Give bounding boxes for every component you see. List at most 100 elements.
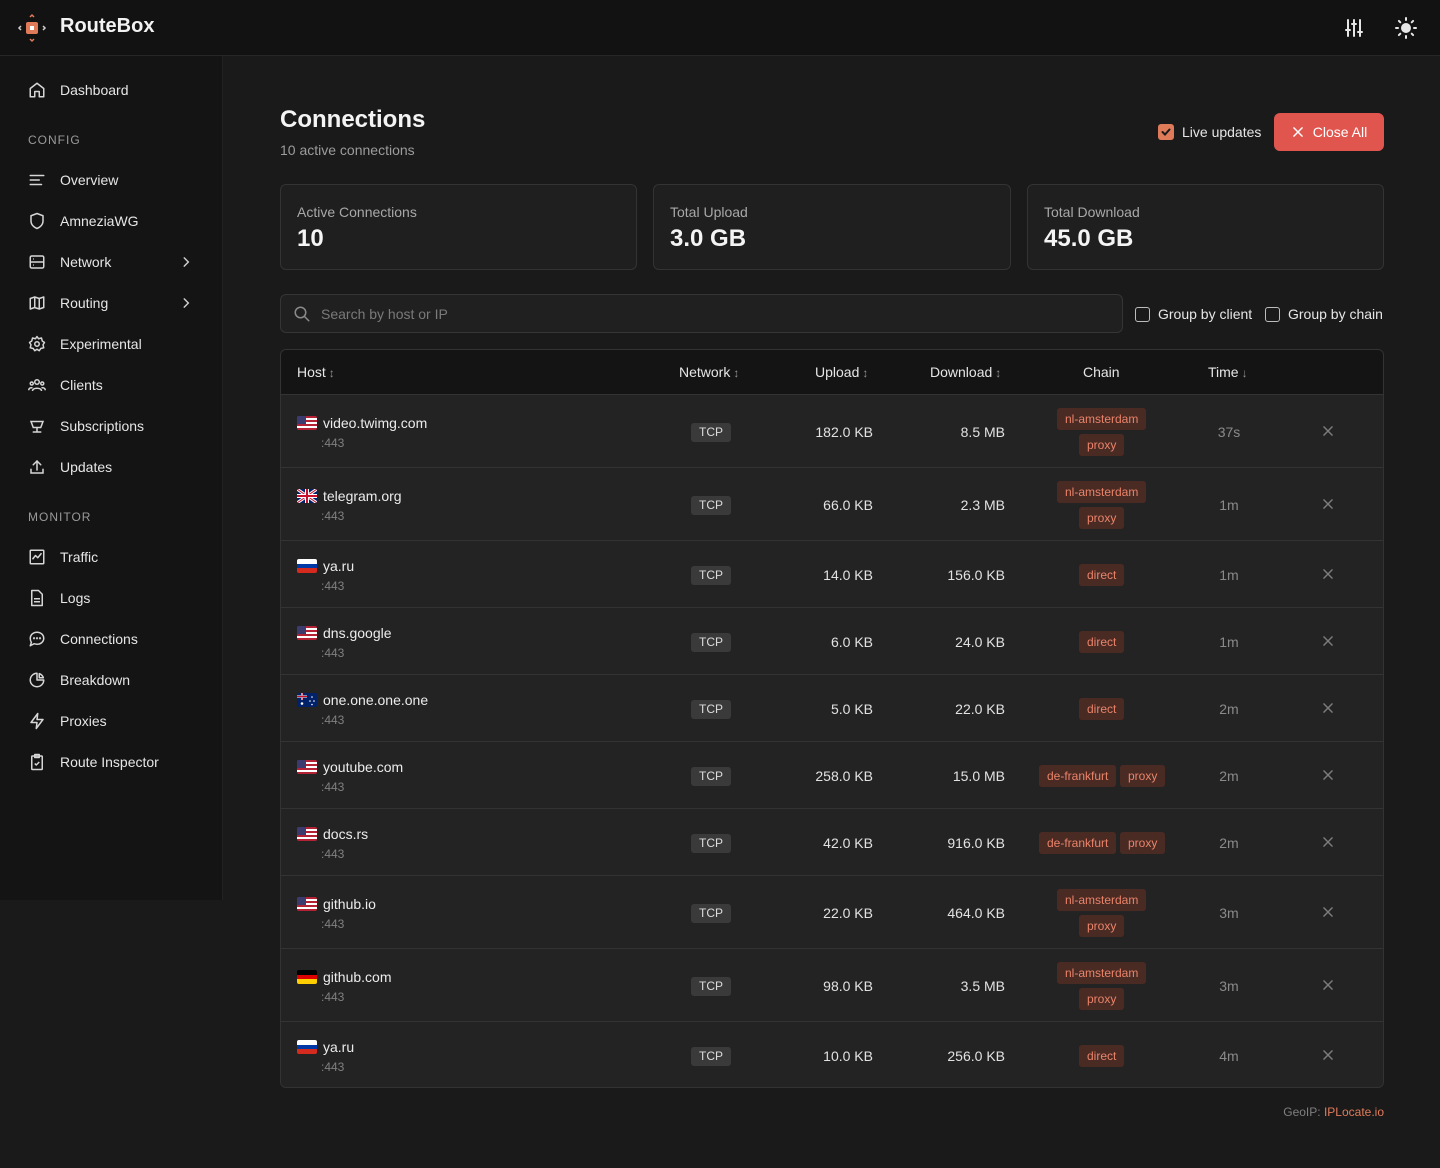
top-bar: RouteBox xyxy=(0,0,1440,56)
sidebar-item-experimental[interactable]: Experimental xyxy=(16,326,206,362)
sidebar-item-updates[interactable]: Updates xyxy=(16,449,206,485)
chain-tag: de-frankfurt xyxy=(1039,764,1117,787)
search-input[interactable] xyxy=(321,295,1111,332)
close-all-button[interactable]: Close All xyxy=(1274,113,1384,151)
server-icon xyxy=(29,255,45,269)
chain-tag: proxy xyxy=(1120,764,1166,787)
sidebar-item-dashboard[interactable]: Dashboard xyxy=(16,72,206,108)
sidebar-item-route-inspector[interactable]: Route Inspector xyxy=(16,744,206,780)
sidebar-item-label: Updates xyxy=(60,459,113,475)
sidebar-item-traffic[interactable]: Traffic xyxy=(16,539,206,575)
host-name: video.twimg.com xyxy=(323,414,428,431)
close-connection-icon[interactable] xyxy=(1321,905,1335,919)
sun-icon[interactable] xyxy=(1394,16,1418,40)
host-name: telegram.org xyxy=(323,487,402,504)
bolt-icon xyxy=(30,712,44,730)
chain-tag: direct xyxy=(1079,630,1125,653)
upload-value: 5.0 KB xyxy=(830,700,873,717)
sidebar-item-clients[interactable]: Clients xyxy=(16,367,206,403)
column-header-upload[interactable]: Upload ↕ xyxy=(815,364,868,380)
sidebar-item-proxies[interactable]: Proxies xyxy=(16,703,206,739)
column-header-time[interactable]: Time ↓ xyxy=(1208,364,1248,380)
map-icon xyxy=(29,296,45,310)
column-header-host[interactable]: Host ↕ xyxy=(297,364,335,380)
host-port: :443 xyxy=(321,435,345,450)
group-by-client-toggle[interactable]: Group by client xyxy=(1135,306,1252,322)
host-name: ya.ru xyxy=(323,1038,355,1055)
shield-icon xyxy=(30,212,44,230)
sidebar-item-label: Breakdown xyxy=(60,672,131,688)
gear-icon xyxy=(28,335,46,352)
settings-sliders-icon[interactable] xyxy=(1342,16,1366,40)
time-value: 3m xyxy=(1219,977,1239,994)
sidebar-item-breakdown[interactable]: Breakdown xyxy=(16,662,206,698)
group-by-chain-toggle[interactable]: Group by chain xyxy=(1265,306,1383,322)
geoip-link[interactable]: IPLocate.io xyxy=(1324,1105,1384,1119)
upload-value: 182.0 KB xyxy=(815,423,873,440)
cup-icon xyxy=(29,420,45,433)
host-port: :443 xyxy=(321,712,345,727)
page-title: Connections xyxy=(280,106,426,133)
close-connection-icon[interactable] xyxy=(1321,701,1335,715)
network-badge: TCP xyxy=(691,976,731,996)
table-row: docs.rs:443 TCP 42.0 KB 916.0 KB de-frankfur… xyxy=(281,808,1383,875)
sidebar-item-routing[interactable]: Routing xyxy=(16,285,206,321)
host-name: github.com xyxy=(323,968,392,985)
chain-tag: direct xyxy=(1079,563,1125,586)
flag-us-icon xyxy=(297,759,317,774)
stat-card-total-download: Total Download 45.0 GB xyxy=(1027,184,1384,270)
download-value: 156.0 KB xyxy=(947,566,1005,583)
sidebar-item-amneziawg[interactable]: AmneziaWG xyxy=(16,203,206,239)
time-value: 2m xyxy=(1219,700,1239,717)
network-badge: TCP xyxy=(691,632,731,652)
checkbox-checked-icon[interactable] xyxy=(1158,124,1174,140)
host-port: :443 xyxy=(321,1059,345,1074)
sidebar-item-label: Proxies xyxy=(60,713,107,729)
download-value: 256.0 KB xyxy=(947,1047,1005,1064)
sidebar-item-subscriptions[interactable]: Subscriptions xyxy=(16,408,206,444)
download-value: 916.0 KB xyxy=(947,834,1005,851)
sort-icon: ↕ xyxy=(862,366,869,380)
chat-icon xyxy=(29,631,45,647)
file-icon xyxy=(31,589,43,607)
close-connection-icon[interactable] xyxy=(1321,497,1335,511)
search-box xyxy=(280,294,1123,333)
time-value: 1m xyxy=(1219,496,1239,513)
sidebar-item-logs[interactable]: Logs xyxy=(16,580,206,616)
close-connection-icon[interactable] xyxy=(1321,835,1335,849)
geoip-attribution: GeoIP: IPLocate.io xyxy=(1283,1105,1384,1119)
close-all-label: Close All xyxy=(1312,124,1368,140)
close-connection-icon[interactable] xyxy=(1321,978,1335,992)
close-connection-icon[interactable] xyxy=(1321,768,1335,782)
download-value: 24.0 KB xyxy=(955,633,1005,650)
time-value: 2m xyxy=(1219,767,1239,784)
chain-tag: proxy xyxy=(1079,987,1125,1010)
column-header-network[interactable]: Network ↕ xyxy=(679,364,739,380)
sidebar-item-label: Subscriptions xyxy=(60,418,145,434)
close-connection-icon[interactable] xyxy=(1321,424,1335,438)
close-connection-icon[interactable] xyxy=(1321,1048,1335,1062)
sidebar-item-label: Routing xyxy=(60,295,109,311)
checkbox-unchecked-icon[interactable] xyxy=(1135,306,1150,322)
time-value: 2m xyxy=(1219,834,1239,851)
column-header-download[interactable]: Download ↕ xyxy=(930,364,1001,380)
download-value: 464.0 KB xyxy=(947,904,1005,921)
network-badge: TCP xyxy=(691,903,731,923)
close-connection-icon[interactable] xyxy=(1321,567,1335,581)
flag-us-icon xyxy=(297,415,317,430)
checkbox-unchecked-icon[interactable] xyxy=(1265,306,1280,322)
group-by-client-label: Group by client xyxy=(1158,306,1253,322)
sidebar-item-network[interactable]: Network xyxy=(16,244,206,280)
sidebar-item-connections[interactable]: Connections xyxy=(16,621,206,657)
sidebar-item-overview[interactable]: Overview xyxy=(16,162,206,198)
search-icon xyxy=(294,306,310,322)
sidebar-item-label: Logs xyxy=(60,590,91,606)
page-subtitle: 10 active connections xyxy=(280,142,415,158)
table-row: dns.google:443 TCP 6.0 KB 24.0 KB direct 1m xyxy=(281,607,1383,674)
close-connection-icon[interactable] xyxy=(1321,634,1335,648)
download-value: 3.5 MB xyxy=(960,977,1005,994)
sort-desc-icon: ↓ xyxy=(1241,366,1248,380)
flag-de-icon xyxy=(297,969,317,984)
live-updates-toggle[interactable]: Live updates xyxy=(1158,124,1261,140)
table-row: github.io:443 TCP 22.0 KB 464.0 KB nl-amster… xyxy=(281,875,1383,948)
